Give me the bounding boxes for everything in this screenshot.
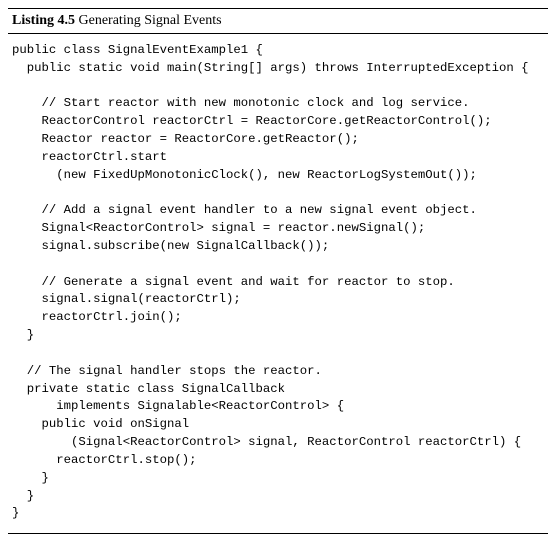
listing-label: Listing 4.5 (12, 13, 75, 28)
code-listing: Listing 4.5 Generating Signal Events pub… (8, 8, 548, 534)
listing-caption: Generating Signal Events (79, 13, 222, 28)
code-block: public class SignalEventExample1 { publi… (12, 42, 544, 523)
listing-header: Listing 4.5 Generating Signal Events (8, 9, 548, 34)
code-area: public class SignalEventExample1 { publi… (8, 34, 548, 533)
page: Listing 4.5 Generating Signal Events pub… (0, 0, 556, 542)
